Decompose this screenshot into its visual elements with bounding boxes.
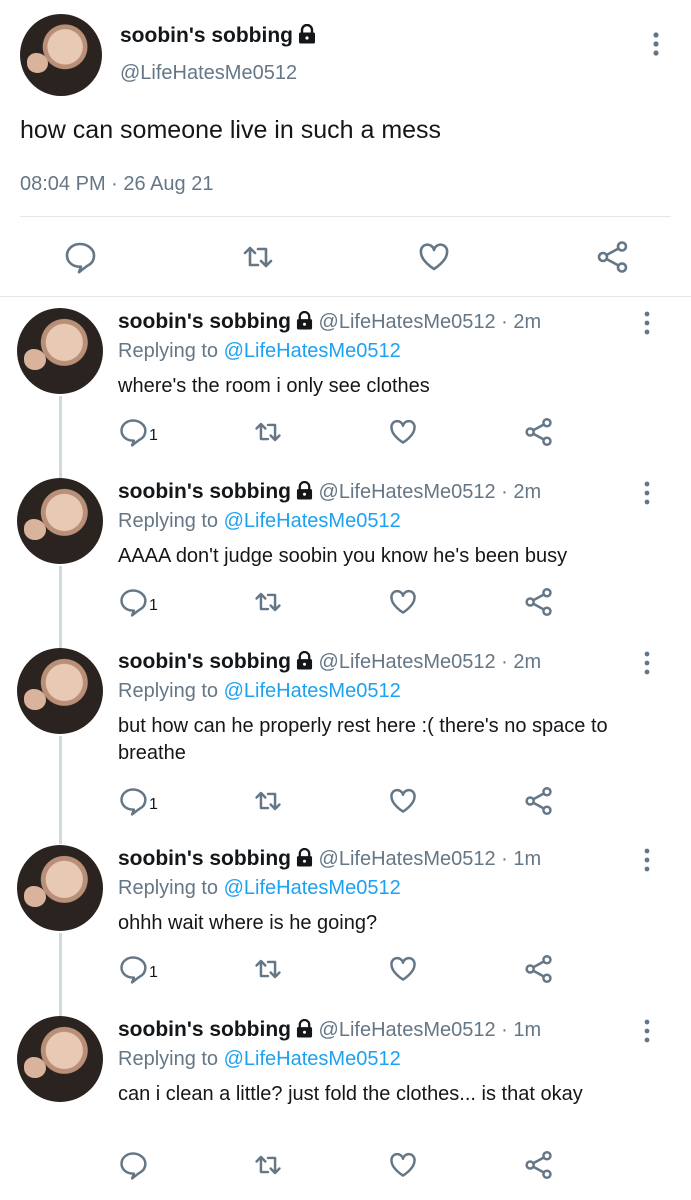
display-name[interactable]: soobin's sobbing: [118, 480, 291, 503]
thread-line: [59, 736, 62, 844]
handle[interactable]: @LifeHatesMe0512: [120, 62, 297, 85]
display-name[interactable]: soobin's sobbing: [118, 847, 291, 870]
like-icon[interactable]: [388, 786, 418, 816]
reply-icon[interactable]: [63, 240, 97, 274]
more-icon[interactable]: [636, 847, 658, 873]
share-icon[interactable]: [524, 1150, 554, 1180]
more-icon[interactable]: [636, 1018, 658, 1044]
divider: [0, 296, 691, 297]
timestamp: 08:04 PM · 26 Aug 21: [20, 173, 214, 195]
like-icon[interactable]: [388, 1150, 418, 1180]
replying-to: Replying to @LifeHatesMe0512: [118, 877, 401, 900]
display-name[interactable]: soobin's sobbing: [120, 24, 293, 47]
avatar[interactable]: [17, 648, 103, 734]
handle-time[interactable]: @LifeHatesMe0512 · 2m: [313, 311, 542, 333]
avatar[interactable]: [17, 845, 103, 931]
avatar[interactable]: [17, 308, 103, 394]
share-icon[interactable]: [524, 786, 554, 816]
avatar[interactable]: [17, 1016, 103, 1102]
display-name[interactable]: soobin's sobbing: [118, 1018, 291, 1041]
reply-header: soobin's sobbing @LifeHatesMe0512 · 1m: [118, 1018, 541, 1042]
like-icon[interactable]: [388, 954, 418, 984]
reply-header: soobin's sobbing @LifeHatesMe0512 · 2m: [118, 480, 541, 504]
share-icon[interactable]: [524, 587, 554, 617]
replying-to: Replying to @LifeHatesMe0512: [118, 680, 401, 703]
lock-icon: [296, 651, 313, 670]
reply-count: 1: [149, 964, 158, 981]
lock-icon: [296, 481, 313, 500]
handle-time[interactable]: @LifeHatesMe0512 · 2m: [313, 651, 542, 673]
replying-to-label: Replying to: [118, 1048, 224, 1070]
retweet-icon[interactable]: [253, 786, 283, 816]
retweet-icon[interactable]: [253, 417, 283, 447]
more-icon[interactable]: [636, 480, 658, 506]
handle-time[interactable]: @LifeHatesMe0512 · 1m: [313, 1019, 542, 1041]
thread-line: [59, 396, 62, 478]
reply-icon[interactable]: [118, 1150, 148, 1180]
reply-text: can i clean a little? just fold the clot…: [118, 1083, 583, 1105]
reply-header: soobin's sobbing @LifeHatesMe0512 · 1m: [118, 847, 541, 871]
more-icon[interactable]: [636, 310, 658, 336]
replying-to-link[interactable]: @LifeHatesMe0512: [224, 877, 401, 899]
replying-to: Replying to @LifeHatesMe0512: [118, 340, 401, 363]
handle-time[interactable]: @LifeHatesMe0512 · 1m: [313, 848, 542, 870]
avatar[interactable]: [17, 478, 103, 564]
reply-text: but how can he properly rest here :( the…: [118, 715, 608, 764]
reply-icon[interactable]: [118, 587, 148, 617]
lock-icon: [296, 848, 313, 867]
reply-icon[interactable]: [118, 417, 148, 447]
share-icon[interactable]: [524, 417, 554, 447]
reply-icon[interactable]: [118, 954, 148, 984]
retweet-icon[interactable]: [253, 587, 283, 617]
handle-time[interactable]: @LifeHatesMe0512 · 2m: [313, 481, 542, 503]
thread-line: [59, 566, 62, 648]
replying-to-label: Replying to: [118, 510, 224, 532]
more-icon[interactable]: [636, 650, 658, 676]
lock-icon: [296, 1019, 313, 1038]
display-name[interactable]: soobin's sobbing: [118, 650, 291, 673]
replying-to-link[interactable]: @LifeHatesMe0512: [224, 680, 401, 702]
replying-to-link[interactable]: @LifeHatesMe0512: [224, 340, 401, 362]
reply-text: where's the room i only see clothes: [118, 375, 430, 397]
reply-count: 1: [149, 597, 158, 614]
reply-header: soobin's sobbing @LifeHatesMe0512 · 2m: [118, 310, 541, 334]
replying-to-link[interactable]: @LifeHatesMe0512: [224, 1048, 401, 1070]
display-name[interactable]: soobin's sobbing: [118, 310, 291, 333]
reply-text: ohhh wait where is he going?: [118, 912, 378, 934]
tweet-text: how can someone live in such a mess: [20, 116, 442, 144]
thread-line: [59, 933, 62, 1017]
replying-to-link[interactable]: @LifeHatesMe0512: [224, 510, 401, 532]
replying-to: Replying to @LifeHatesMe0512: [118, 1048, 401, 1071]
like-icon[interactable]: [388, 587, 418, 617]
more-icon[interactable]: [644, 30, 668, 58]
replying-to-label: Replying to: [118, 340, 224, 362]
reply-header: soobin's sobbing @LifeHatesMe0512 · 2m: [118, 650, 541, 674]
lock-icon: [296, 311, 313, 330]
replying-to-label: Replying to: [118, 877, 224, 899]
lock-icon: [298, 24, 316, 44]
retweet-icon[interactable]: [241, 240, 275, 274]
reply-count: 1: [149, 427, 158, 444]
reply-text: AAAA don't judge soobin you know he's be…: [118, 545, 568, 567]
retweet-icon[interactable]: [253, 954, 283, 984]
avatar[interactable]: [20, 14, 102, 96]
like-icon[interactable]: [388, 417, 418, 447]
like-icon[interactable]: [417, 240, 451, 274]
replying-to: Replying to @LifeHatesMe0512: [118, 510, 401, 533]
replying-to-label: Replying to: [118, 680, 224, 702]
retweet-icon[interactable]: [253, 1150, 283, 1180]
reply-count: 1: [149, 796, 158, 813]
share-icon[interactable]: [596, 240, 630, 274]
reply-icon[interactable]: [118, 786, 148, 816]
divider: [20, 216, 671, 217]
share-icon[interactable]: [524, 954, 554, 984]
